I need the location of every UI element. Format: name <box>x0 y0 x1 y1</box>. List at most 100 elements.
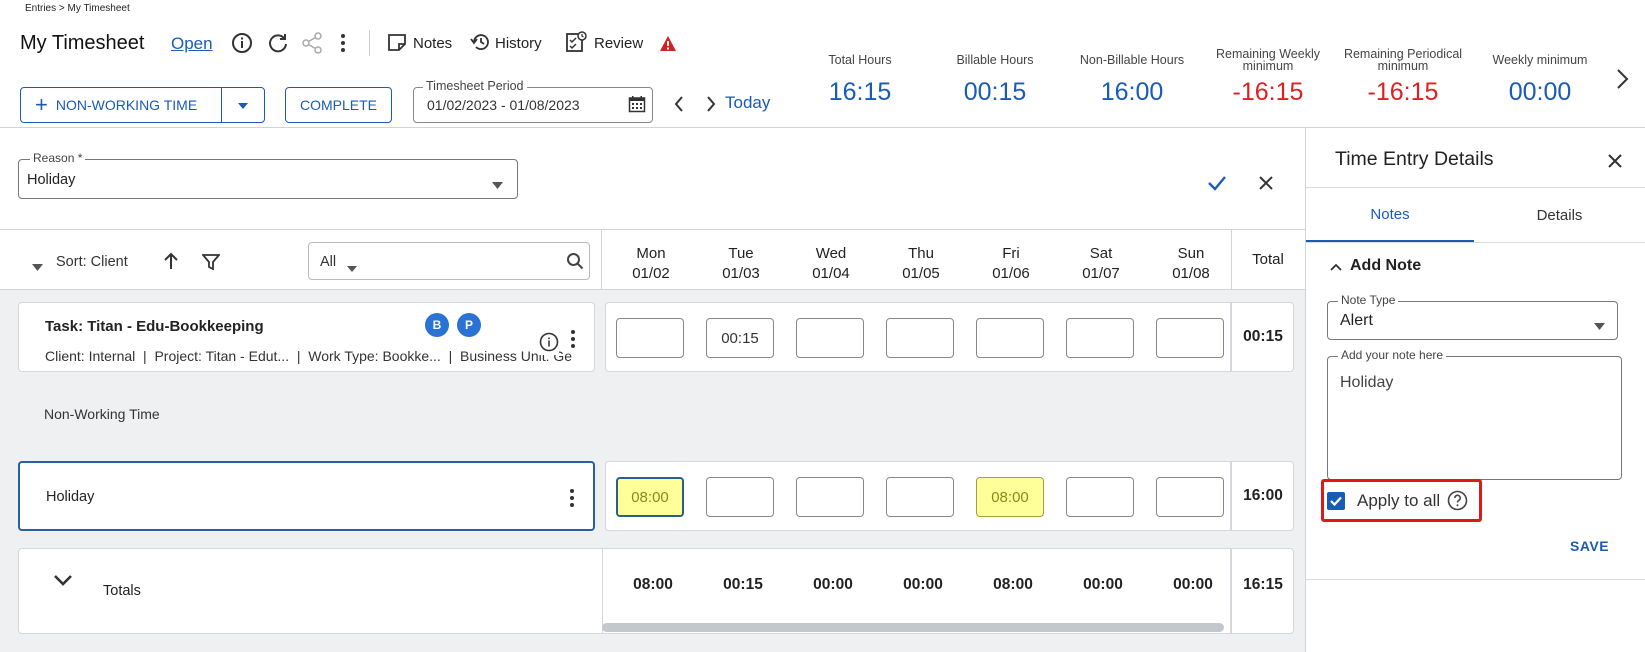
info-icon[interactable] <box>231 32 253 54</box>
kpi-non-billable-hours: Non-Billable Hours 16:00 <box>1067 46 1197 107</box>
kpi-value: 16:15 <box>828 78 892 106</box>
note-type-caret-icon <box>1594 317 1605 333</box>
kpi-next-icon[interactable] <box>1615 68 1629 93</box>
panel-bottom-divider <box>1306 579 1645 580</box>
grid-filter-caret-icon <box>347 259 357 275</box>
kpi-label: Billable Hours <box>956 53 1034 67</box>
day-date: 01/03 <box>722 265 760 282</box>
refresh-icon[interactable] <box>267 32 289 54</box>
sort-label[interactable]: Sort: Client <box>56 254 128 270</box>
kpi-weekly-minimum: Weekly minimum 00:00 <box>1475 46 1605 107</box>
cancel-close-icon[interactable] <box>1258 175 1274 194</box>
caret-down-icon <box>237 97 249 113</box>
help-circle-icon[interactable] <box>1447 490 1468 514</box>
filter-icon[interactable] <box>201 254 221 273</box>
day-date: 01/02 <box>632 265 670 282</box>
breadcrumb: Entries > My Timesheet <box>25 3 130 14</box>
chevron-up-icon <box>1330 258 1342 274</box>
today-link[interactable]: Today <box>725 93 770 113</box>
reason-select[interactable] <box>18 159 518 199</box>
non-working-time-dropdown[interactable] <box>221 87 265 123</box>
panel-close-icon[interactable] <box>1607 153 1623 172</box>
task-cell-mon[interactable] <box>616 318 684 358</box>
share-icon[interactable] <box>301 32 323 54</box>
day-name: Mon <box>636 245 666 262</box>
kpi-value: 00:15 <box>963 78 1027 106</box>
prev-period-icon[interactable] <box>674 96 684 115</box>
task-cell-wed[interactable] <box>796 318 864 358</box>
note-icon <box>387 33 407 54</box>
add-note-label: Add Note <box>1350 257 1422 274</box>
horizontal-scrollbar[interactable] <box>602 623 1224 632</box>
kpi-label: Remaining Weekly minimum <box>1216 47 1320 73</box>
more-vert-icon[interactable] <box>339 32 347 54</box>
apply-to-all-checkbox[interactable] <box>1327 492 1345 510</box>
holiday-cell-mon[interactable]: 08:00 <box>616 477 684 517</box>
task-more-icon[interactable] <box>569 329 577 352</box>
kpi-remaining-weekly: Remaining Weekly minimum -16:15 <box>1203 46 1333 107</box>
task-cell-tue[interactable]: 00:15 <box>706 318 774 358</box>
history-label: History <box>495 35 542 52</box>
header-divider <box>369 30 370 56</box>
task-cell-sat[interactable] <box>1066 318 1134 358</box>
notes-button[interactable]: Notes <box>387 33 452 54</box>
review-button[interactable]: Review <box>565 31 643 56</box>
day-header-fri: Fri 01/06 <box>967 244 1055 284</box>
kpi-value: -16:15 <box>1232 78 1304 106</box>
holiday-cell-tue[interactable] <box>706 477 774 517</box>
reason-label: Reason * <box>30 151 86 165</box>
complete-button[interactable]: COMPLETE <box>285 87 392 123</box>
calendar-icon[interactable] <box>628 95 646 116</box>
review-icon <box>565 31 587 56</box>
day-name: Tue <box>728 245 754 262</box>
day-name: Thu <box>908 245 934 262</box>
confirm-check-icon[interactable] <box>1207 174 1227 195</box>
apply-to-all-label[interactable]: Apply to all <box>1357 491 1440 511</box>
task-cell-thu[interactable] <box>886 318 954 358</box>
holiday-row-card[interactable]: Holiday <box>18 461 595 531</box>
task-cell-fri[interactable] <box>976 318 1044 358</box>
day-header-tue: Tue 01/03 <box>697 244 785 284</box>
day-date: 01/08 <box>1172 265 1210 282</box>
status-link[interactable]: Open <box>171 34 213 54</box>
task-row-card[interactable]: Task: Titan - Edu-Bookkeeping Client: In… <box>18 302 595 372</box>
warning-icon[interactable] <box>659 35 677 55</box>
tab-details[interactable]: Details <box>1474 188 1645 243</box>
kpi-label: Non-Billable Hours <box>1079 53 1185 67</box>
non-working-time-button[interactable]: + NON-WORKING TIME <box>20 87 222 123</box>
holiday-cell-sat[interactable] <box>1066 477 1134 517</box>
kpi-label: Weekly minimum <box>1492 53 1588 67</box>
sort-caret-icon[interactable] <box>32 258 43 274</box>
save-note-button[interactable]: SAVE <box>1570 538 1609 554</box>
kpi-value: 00:00 <box>1508 78 1572 106</box>
kpi-value: -16:15 <box>1367 78 1439 106</box>
panel-title: Time Entry Details <box>1335 148 1494 170</box>
kpi-remaining-periodical: Remaining Periodical minimum -16:15 <box>1338 46 1468 107</box>
kpi-billable-hours: Billable Hours 00:15 <box>930 46 1060 107</box>
holiday-cell-thu[interactable] <box>886 477 954 517</box>
holiday-more-icon[interactable] <box>568 488 576 511</box>
tab-notes[interactable]: Notes <box>1306 188 1474 243</box>
sort-direction-icon[interactable] <box>163 252 179 273</box>
day-date: 01/07 <box>1082 265 1120 282</box>
search-icon[interactable] <box>566 252 584 273</box>
grid-filter-value[interactable]: All <box>320 254 336 270</box>
holiday-cell-fri[interactable]: 08:00 <box>976 477 1044 517</box>
holiday-cell-wed[interactable] <box>796 477 864 517</box>
totals-collapse-icon[interactable] <box>53 574 73 590</box>
tab-notes-label: Notes <box>1370 205 1410 223</box>
next-period-icon[interactable] <box>706 96 716 115</box>
history-button[interactable]: History <box>470 32 542 55</box>
reason-value: Holiday <box>27 172 76 188</box>
timesheet-period-label: Timesheet Period <box>423 79 527 93</box>
day-date: 01/04 <box>812 265 850 282</box>
holiday-cell-sun[interactable] <box>1156 477 1224 517</box>
task-cell-sun[interactable] <box>1156 318 1224 358</box>
task-info-icon[interactable] <box>539 332 559 355</box>
timesheet-period-value: 01/02/2023 - 01/08/2023 <box>427 97 580 113</box>
day-header-sat: Sat 01/07 <box>1057 244 1145 284</box>
totals-sun: 00:00 <box>1173 576 1213 593</box>
day-header-wed: Wed 01/04 <box>787 244 875 284</box>
task-details: Client: Internal | Project: Titan - Edut… <box>45 348 573 364</box>
add-note-toggle[interactable]: Add Note <box>1330 257 1421 275</box>
